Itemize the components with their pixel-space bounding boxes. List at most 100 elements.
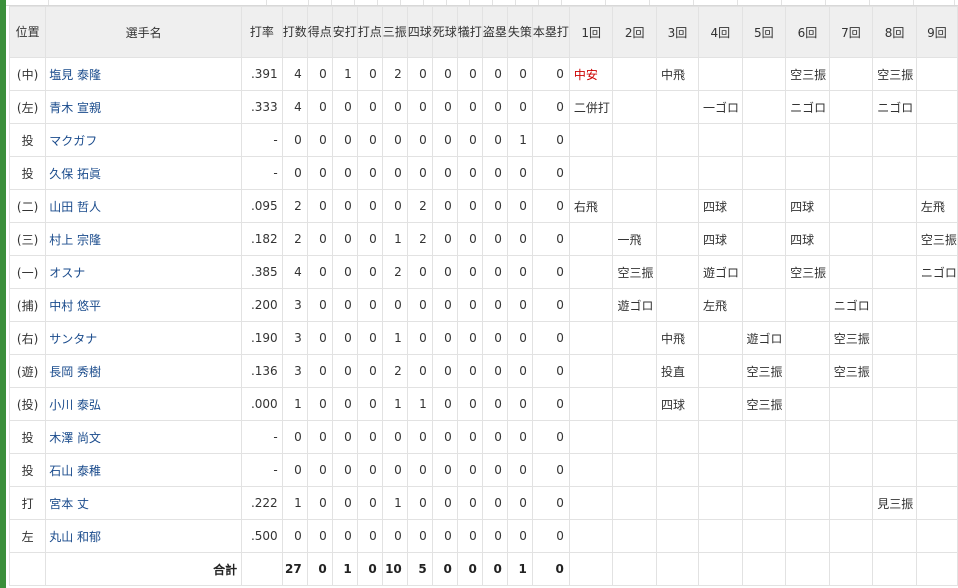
stat-cell-hbp: 0 bbox=[431, 519, 458, 553]
inning-result-cell bbox=[785, 354, 830, 388]
player-name-link[interactable]: オスナ bbox=[49, 266, 85, 280]
player-name-link[interactable]: 青木 宣親 bbox=[49, 101, 101, 115]
player-name-link[interactable]: 石山 泰稚 bbox=[49, 464, 101, 478]
stat-cell-e: 0 bbox=[506, 519, 533, 553]
inning-result-cell bbox=[741, 420, 787, 454]
stat-cell-so: 0 bbox=[381, 90, 408, 124]
stat-cell-so: 2 bbox=[381, 255, 408, 289]
stat-cell-bb: 0 bbox=[406, 519, 433, 553]
player-name-link[interactable]: 中村 悠平 bbox=[49, 299, 101, 313]
stat-cell-h: 0 bbox=[331, 123, 358, 157]
inning-result-cell: 四球 bbox=[656, 387, 699, 421]
inning-result-cell bbox=[785, 123, 830, 157]
totals-inning-cell bbox=[568, 552, 614, 586]
totals-cell-h: 1 bbox=[331, 552, 358, 586]
stat-cell-rbi: 0 bbox=[356, 486, 383, 520]
header-inning: 3回 bbox=[656, 6, 699, 58]
player-name-link[interactable]: 久保 拓眞 bbox=[49, 167, 101, 181]
inning-result-cell bbox=[697, 57, 743, 91]
stat-cell-r: 0 bbox=[306, 255, 333, 289]
inning-result-cell bbox=[568, 453, 614, 487]
player-name-link[interactable]: 塩見 泰隆 bbox=[49, 68, 101, 82]
inning-result-cell bbox=[785, 519, 830, 553]
stat-cell-sb: 0 bbox=[481, 519, 508, 553]
stat-cell-sac: 0 bbox=[456, 156, 483, 190]
stat-cell-rbi: 0 bbox=[356, 255, 383, 289]
player-name-link[interactable]: マクガフ bbox=[49, 134, 97, 148]
inning-result-cell bbox=[741, 123, 787, 157]
stat-cell-sac: 0 bbox=[456, 189, 483, 223]
stat-cell-hbp: 0 bbox=[431, 57, 458, 91]
player-name-link[interactable]: 長岡 秀樹 bbox=[49, 365, 101, 379]
stat-cell-h: 0 bbox=[331, 453, 358, 487]
player-name-link[interactable]: 山田 哲人 bbox=[49, 200, 101, 214]
player-name-cell: 村上 宗隆 bbox=[45, 222, 243, 256]
stat-cell-e: 0 bbox=[506, 288, 533, 322]
stat-cell-hbp: 0 bbox=[431, 90, 458, 124]
inning-result-cell: 空三振 bbox=[915, 222, 958, 256]
stat-cell-hbp: 0 bbox=[431, 288, 458, 322]
stat-cell-h: 0 bbox=[331, 90, 358, 124]
stat-cell-sac: 0 bbox=[456, 420, 483, 454]
stat-cell-r: 0 bbox=[306, 288, 333, 322]
inning-result-cell: ニゴロ bbox=[872, 90, 917, 124]
totals-inning-cell bbox=[785, 552, 830, 586]
player-name-link[interactable]: 丸山 和郁 bbox=[49, 530, 101, 544]
accent-bar bbox=[0, 0, 6, 588]
stat-cell-h: 0 bbox=[331, 321, 358, 355]
player-name-link[interactable]: 宮本 丈 bbox=[49, 497, 89, 511]
stat-cell-h: 0 bbox=[331, 222, 358, 256]
inning-result-cell: 四球 bbox=[785, 222, 830, 256]
totals-row: 合計 27 0 1 0 10 5 0 0 0 1 0 bbox=[8, 552, 958, 586]
player-name-link[interactable]: 木澤 尚文 bbox=[49, 431, 101, 445]
player-name-cell: 木澤 尚文 bbox=[45, 420, 243, 454]
totals-inning-cell bbox=[697, 552, 743, 586]
stat-cell-r: 0 bbox=[306, 519, 333, 553]
stat-cell-hbp: 0 bbox=[431, 453, 458, 487]
inning-result-cell bbox=[828, 453, 874, 487]
inning-result-cell: 左飛 bbox=[915, 189, 958, 223]
inning-result-cell bbox=[697, 420, 743, 454]
header-stat: 四球 bbox=[406, 6, 433, 58]
inning-result-cell bbox=[828, 222, 874, 256]
stat-cell-e: 0 bbox=[506, 486, 533, 520]
stat-cell-hr: 0 bbox=[531, 453, 570, 487]
stat-cell-so: 1 bbox=[381, 321, 408, 355]
inning-result-cell bbox=[785, 486, 830, 520]
stat-cell-avg: - bbox=[241, 156, 283, 190]
stat-cell-ab: 0 bbox=[281, 519, 308, 553]
inning-result-cell: ニゴロ bbox=[785, 90, 830, 124]
inning-result-cell bbox=[872, 453, 917, 487]
inning-result-cell bbox=[612, 519, 658, 553]
inning-result-cell bbox=[785, 321, 830, 355]
stat-cell-sb: 0 bbox=[481, 321, 508, 355]
stat-cell-h: 0 bbox=[331, 420, 358, 454]
inning-result-cell: 一飛 bbox=[612, 222, 658, 256]
inning-result-cell: 見三振 bbox=[872, 486, 917, 520]
player-name-link[interactable]: 村上 宗隆 bbox=[49, 233, 101, 247]
stat-cell-sac: 0 bbox=[456, 321, 483, 355]
inning-result-cell bbox=[741, 519, 787, 553]
stat-cell-hr: 0 bbox=[531, 321, 570, 355]
stat-cell-hr: 0 bbox=[531, 189, 570, 223]
inning-result-cell: 空三振 bbox=[785, 255, 830, 289]
header-stat: 死球 bbox=[431, 6, 458, 58]
stat-cell-rbi: 0 bbox=[356, 123, 383, 157]
inning-result-cell bbox=[828, 90, 874, 124]
inning-result-cell bbox=[656, 453, 699, 487]
table-row: 投石山 泰稚 -0 0 0 0 0 0 0 0 0 0 0 bbox=[8, 453, 958, 487]
stat-cell-sac: 0 bbox=[456, 354, 483, 388]
inning-result-cell bbox=[612, 90, 658, 124]
player-name-link[interactable]: サンタナ bbox=[49, 332, 97, 346]
header-stat: 犠打 bbox=[456, 6, 483, 58]
inning-result-cell bbox=[656, 189, 699, 223]
totals-inning-cell bbox=[828, 552, 874, 586]
stat-cell-hbp: 0 bbox=[431, 255, 458, 289]
stat-cell-e: 0 bbox=[506, 90, 533, 124]
stat-cell-rbi: 0 bbox=[356, 156, 383, 190]
player-name-link[interactable]: 小川 泰弘 bbox=[49, 398, 101, 412]
stat-cell-e: 0 bbox=[506, 156, 533, 190]
stat-cell-bb: 1 bbox=[406, 387, 433, 421]
totals-cell-hr: 0 bbox=[531, 552, 570, 586]
totals-avg-cell bbox=[241, 552, 283, 586]
